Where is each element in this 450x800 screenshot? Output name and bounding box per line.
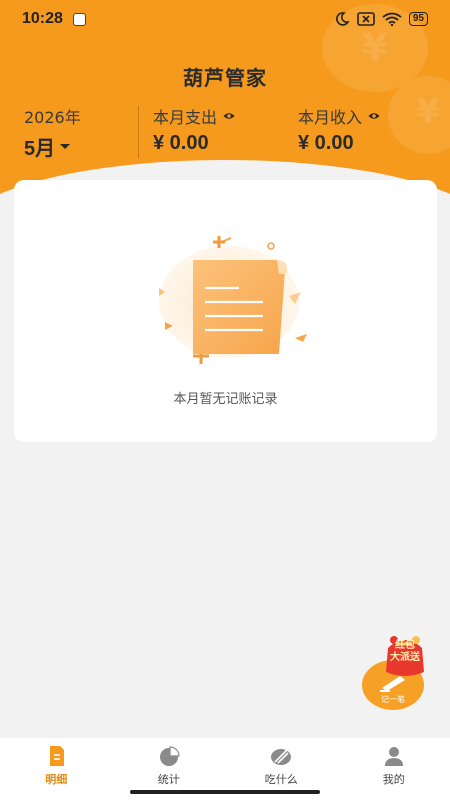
expense-summary: 本月支出 ¥ 0.00 <box>153 104 235 155</box>
eye-icon[interactable] <box>368 112 380 120</box>
tab-detail[interactable]: 明细 <box>0 738 113 800</box>
tab-label: 统计 <box>157 773 180 786</box>
year-label: 2026年 <box>24 108 81 127</box>
add-record-label: 记一笔 <box>381 695 405 704</box>
tab-mine[interactable]: 我的 <box>338 738 450 800</box>
month-summary: 2026年 5月 本月支出 ¥ 0.00 本月收入 ¥ 0.00 <box>0 104 450 161</box>
empty-document-icon <box>159 236 307 364</box>
notification-icon <box>72 12 86 26</box>
empty-state-message: 本月暂无记账记录 <box>173 392 278 407</box>
month-label: 5月 <box>24 138 56 160</box>
detail-icon <box>50 746 65 766</box>
sim-off-icon <box>357 12 375 26</box>
badge-text-line2: 大派送 <box>390 652 420 663</box>
expense-label: 本月支出 <box>153 108 218 127</box>
month-selector[interactable]: 5月 <box>24 132 81 161</box>
home-indicator <box>130 790 320 794</box>
expense-value: ¥ 0.00 <box>153 132 209 154</box>
plate-icon <box>271 749 292 765</box>
add-record-button[interactable]: 记一笔 红包 大派送 <box>360 636 424 710</box>
records-card: 本月暂无记账记录 <box>14 180 437 442</box>
tab-label: 明细 <box>45 773 68 786</box>
pie-chart-icon <box>159 746 180 766</box>
status-time: 10:28 <box>22 10 63 27</box>
tab-label: 吃什么 <box>264 773 298 786</box>
month-picker[interactable]: 2026年 5月 <box>24 104 81 161</box>
income-label: 本月收入 <box>298 108 363 127</box>
summary-divider <box>138 106 139 158</box>
eye-icon[interactable] <box>223 112 235 120</box>
red-envelope-badge[interactable]: 红包 大派送 <box>382 636 426 676</box>
caret-down-icon <box>60 144 71 149</box>
battery-indicator: 95 <box>408 12 428 26</box>
app-title: 葫芦管家 <box>183 66 267 90</box>
income-value: ¥ 0.00 <box>298 132 354 154</box>
moon-icon <box>335 12 350 26</box>
status-bar: 10:28 95 <box>0 0 450 38</box>
badge-text-line1: 红包 <box>395 640 415 651</box>
income-summary: 本月收入 ¥ 0.00 <box>298 104 380 155</box>
wifi-icon <box>382 12 402 26</box>
tab-label: 我的 <box>382 773 405 786</box>
user-icon <box>384 747 403 766</box>
